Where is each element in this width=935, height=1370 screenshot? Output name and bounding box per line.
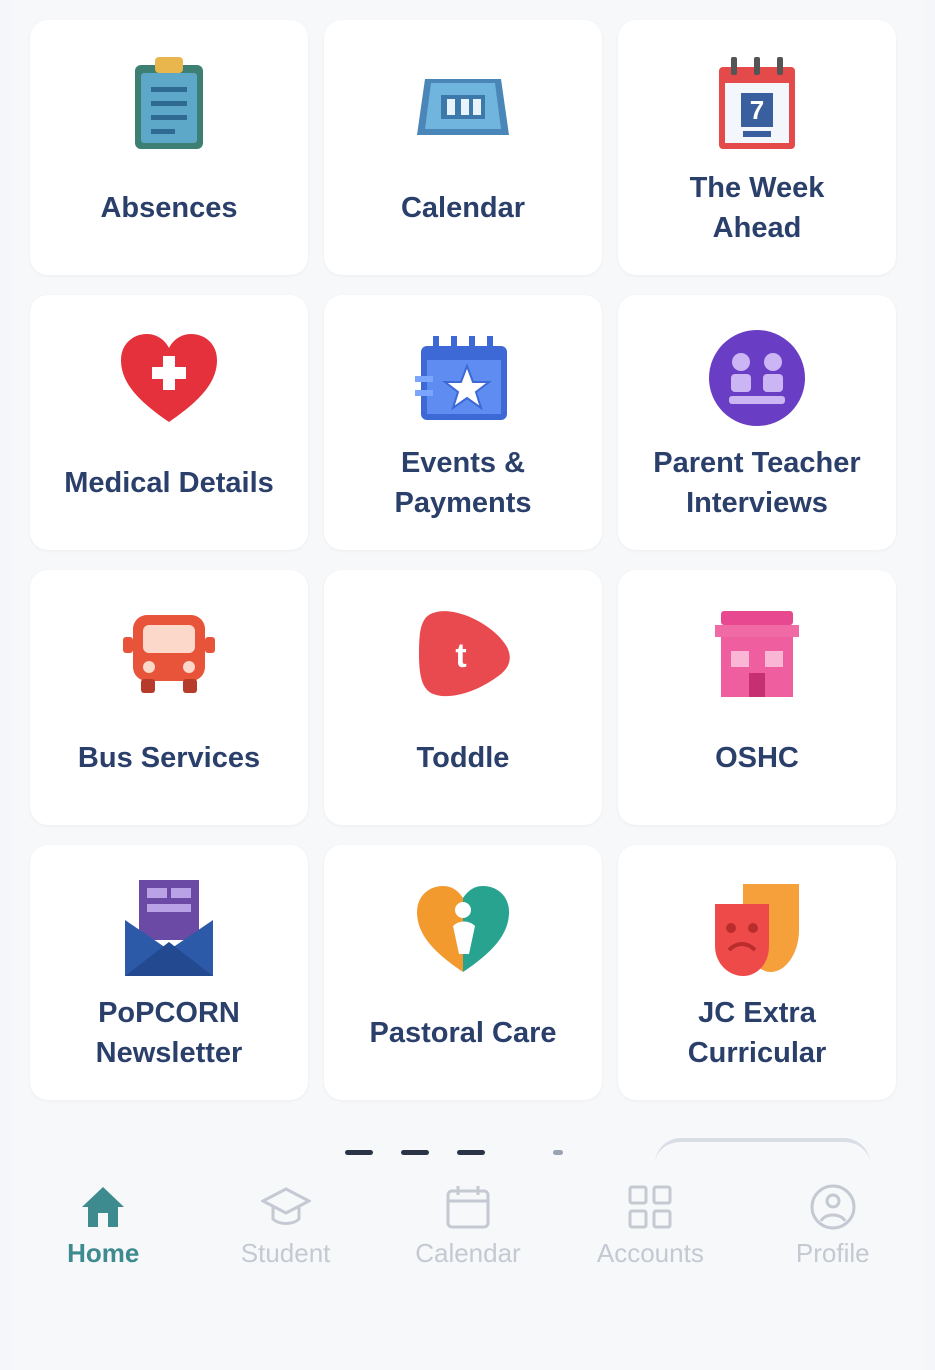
- tab-student[interactable]: Student: [195, 1182, 377, 1269]
- theatre-masks-icon: [702, 873, 812, 983]
- tile-label: Pastoral Care: [369, 1016, 557, 1049]
- tile-oshc[interactable]: OSHC: [618, 570, 896, 825]
- building-icon: [702, 598, 812, 708]
- tab-label: Calendar: [415, 1238, 521, 1268]
- toddle-icon: t: [408, 598, 518, 708]
- page-dot: [401, 1150, 429, 1155]
- tile-label: JC Extra Curricular: [687, 996, 827, 1069]
- event-star-icon: [408, 323, 518, 433]
- feature-grid: Absences Calendar 7 The Week Ahead Medic…: [30, 20, 910, 1100]
- home-icon: [78, 1182, 128, 1232]
- tile-label: Toddle: [416, 741, 510, 774]
- week-calendar-icon: 7: [702, 48, 812, 158]
- tile-calendar[interactable]: Calendar: [324, 20, 602, 275]
- tab-label: Profile: [795, 1238, 870, 1268]
- tile-toddle[interactable]: t Toddle: [324, 570, 602, 825]
- tab-label: Accounts: [596, 1238, 704, 1268]
- tab-profile[interactable]: Profile: [742, 1182, 924, 1269]
- calendar-tab-icon: [443, 1182, 493, 1232]
- tile-label: OSHC: [715, 741, 799, 774]
- tile-bus-services[interactable]: Bus Services: [30, 570, 308, 825]
- svg-text:t: t: [455, 637, 466, 675]
- tile-parent-teacher-interviews[interactable]: Parent Teacher Interviews: [618, 295, 896, 550]
- tile-jc-extra-curricular[interactable]: JC Extra Curricular: [618, 845, 896, 1100]
- tile-popcorn-newsletter[interactable]: PoPCORN Newsletter: [30, 845, 308, 1100]
- scroll-handle: [655, 1138, 870, 1164]
- profile-icon: [808, 1182, 858, 1232]
- pastoral-care-icon: [408, 873, 518, 983]
- tile-events-payments[interactable]: Events & Payments: [324, 295, 602, 550]
- tab-accounts[interactable]: Accounts: [559, 1182, 741, 1269]
- tile-label: Parent Teacher Interviews: [653, 446, 861, 519]
- interview-icon: [702, 323, 812, 433]
- tile-absences[interactable]: Absences: [30, 20, 308, 275]
- tile-label: Calendar: [400, 191, 526, 224]
- calendar-icon: [408, 48, 518, 158]
- clipboard-icon: [114, 48, 224, 158]
- tile-week-ahead[interactable]: 7 The Week Ahead: [618, 20, 896, 275]
- tile-label: Medical Details: [64, 466, 274, 499]
- newsletter-icon: [114, 873, 224, 983]
- tile-pastoral-care[interactable]: Pastoral Care: [324, 845, 602, 1100]
- tab-home[interactable]: Home: [12, 1182, 194, 1269]
- tile-label: The Week Ahead: [689, 171, 825, 244]
- tile-label: Bus Services: [77, 741, 261, 774]
- bottom-tab-bar: Home Student Calendar Accounts Profile: [12, 1162, 924, 1312]
- tab-calendar[interactable]: Calendar: [377, 1182, 559, 1269]
- page-indicator: [345, 1150, 563, 1155]
- page-dot: [457, 1150, 485, 1155]
- bus-icon: [114, 598, 224, 708]
- tile-medical-details[interactable]: Medical Details: [30, 295, 308, 550]
- heart-cross-icon: [114, 323, 224, 433]
- tile-label: Events & Payments: [394, 446, 532, 519]
- graduation-cap-icon: [260, 1182, 311, 1232]
- page-dot: [553, 1150, 563, 1155]
- tile-label: PoPCORN Newsletter: [95, 996, 243, 1069]
- grid-icon: [625, 1182, 675, 1232]
- page-dot: [345, 1150, 373, 1155]
- svg-text:7: 7: [750, 95, 764, 125]
- tab-label: Student: [240, 1238, 331, 1268]
- tab-label: Home: [67, 1238, 140, 1268]
- tile-label: Absences: [100, 191, 238, 224]
